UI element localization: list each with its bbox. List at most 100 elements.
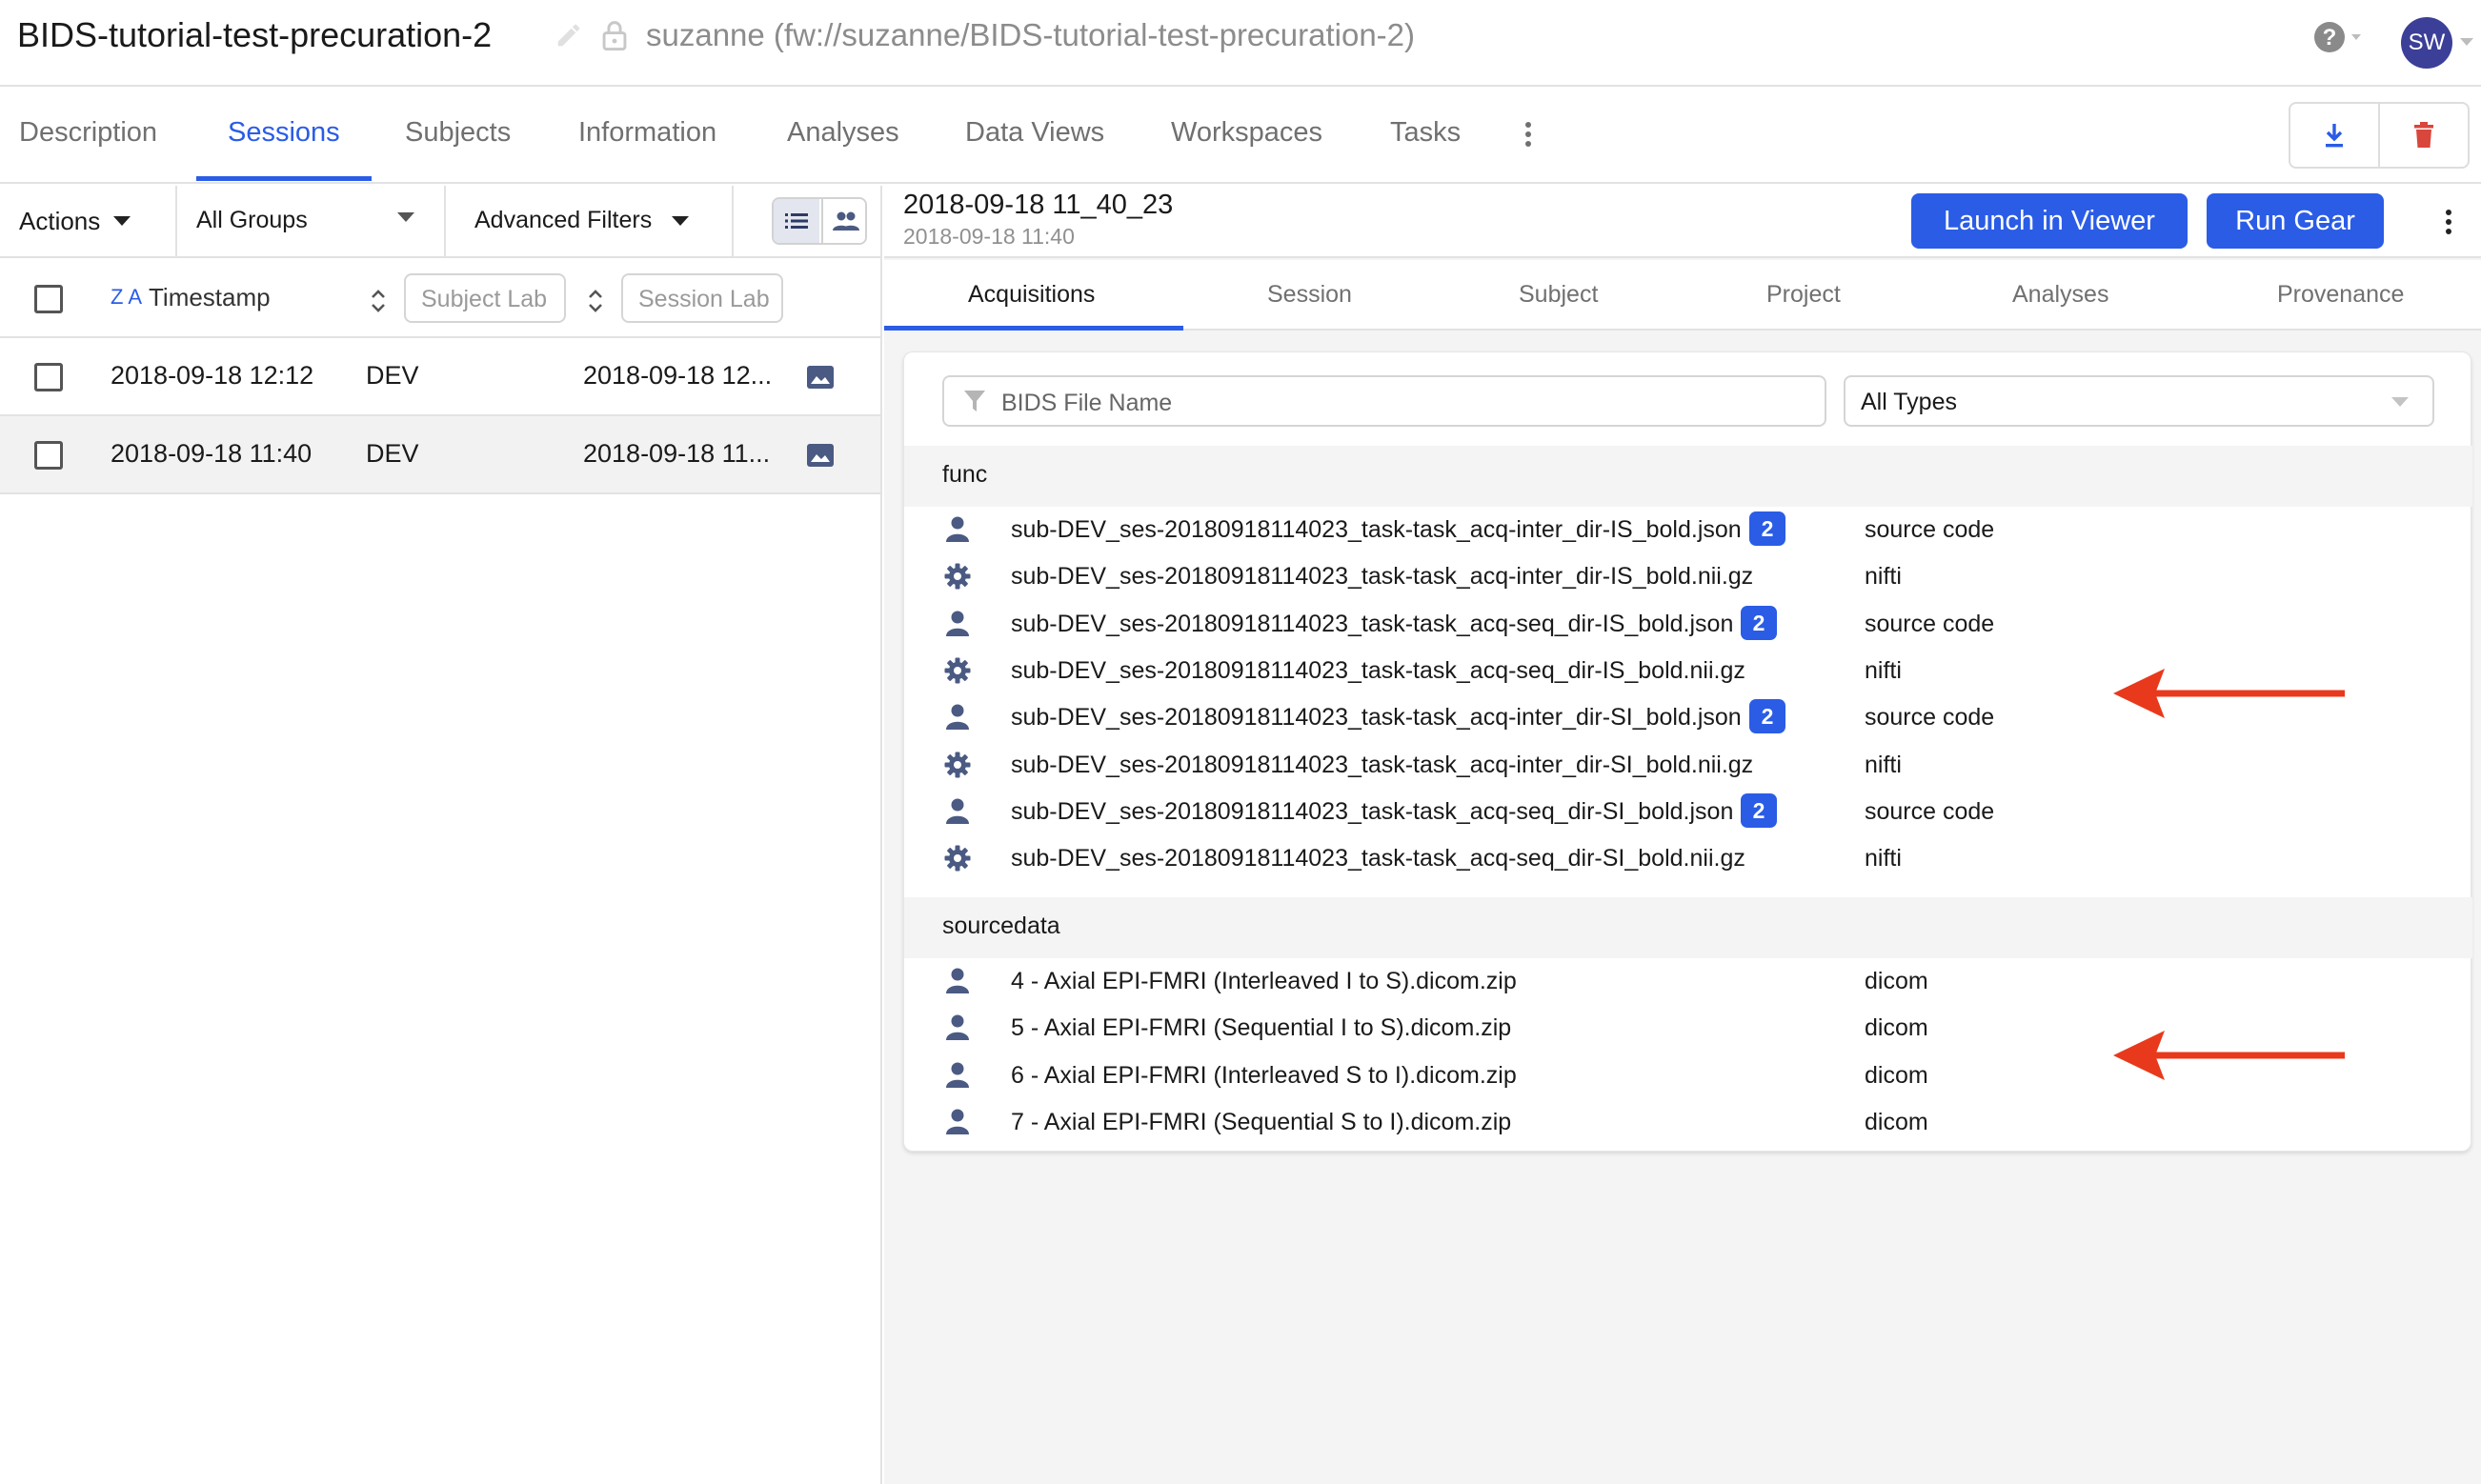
launch-in-viewer-button[interactable]: Launch in Viewer (1911, 193, 2188, 249)
file-group-label: sourcedata (942, 912, 1060, 939)
actions-label: Actions (19, 207, 101, 235)
gear-icon (944, 844, 971, 872)
file-row[interactable]: sub-DEV_ses-20180918114023_task-task_acq… (904, 789, 2472, 835)
list-view-button[interactable] (774, 199, 819, 243)
file-name[interactable]: sub-DEV_ses-20180918114023_task-task_acq… (1011, 704, 1742, 732)
user-icon (944, 515, 971, 544)
file-row[interactable]: sub-DEV_ses-20180918114023_task-task_acq… (904, 553, 2472, 600)
file-type: nifti (1865, 656, 1902, 684)
active-subtab-indicator (884, 326, 1183, 331)
chevron-down-icon[interactable] (2458, 36, 2475, 48)
file-type: nifti (1865, 563, 1902, 591)
user-icon (944, 967, 971, 995)
annotation-arrow-icon (2113, 669, 2345, 718)
subtab-analyses[interactable]: Analyses (2012, 281, 2108, 309)
subtab-session[interactable]: Session (1267, 281, 1352, 309)
version-badge[interactable]: 2 (1741, 792, 1777, 828)
tab-description[interactable]: Description (19, 117, 157, 149)
tab-analyses[interactable]: Analyses (787, 117, 899, 149)
session-filter-input[interactable]: Session Lab (621, 273, 783, 323)
groups-dropdown[interactable]: All Groups (177, 186, 446, 258)
file-name[interactable]: sub-DEV_ses-20180918114023_task-task_acq… (1011, 845, 1745, 872)
image-icon[interactable] (806, 443, 835, 468)
download-button[interactable] (2290, 104, 2378, 167)
file-group-label: func (942, 461, 988, 488)
file-name[interactable]: sub-DEV_ses-20180918114023_task-task_acq… (1011, 798, 1733, 826)
advanced-filters-dropdown[interactable]: Advanced Filters (446, 186, 734, 258)
tab-workspaces[interactable]: Workspaces (1171, 117, 1322, 149)
file-row[interactable]: sub-DEV_ses-20180918114023_task-task_acq… (904, 742, 2472, 789)
file-type: dicom (1865, 1108, 1928, 1135)
edit-pencil-icon[interactable] (555, 21, 583, 50)
tab-tasks[interactable]: Tasks (1390, 117, 1461, 149)
more-vert-icon[interactable] (1517, 117, 1540, 151)
gear-icon (944, 751, 971, 779)
session-row[interactable]: 2018-09-18 11:40 DEV 2018-09-18 11... (0, 416, 880, 494)
file-name[interactable]: 4 - Axial EPI-FMRI (Interleaved I to S).… (1011, 968, 1517, 995)
image-icon[interactable] (806, 365, 835, 390)
file-group-header: sourcedata (904, 897, 2472, 958)
type-select[interactable]: All Types (1844, 375, 2434, 427)
file-row[interactable]: 7 - Axial EPI-FMRI (Sequential S to I).d… (904, 1099, 2472, 1146)
tab-sessions[interactable]: Sessions (228, 117, 340, 149)
project-path: suzanne (fw://suzanne/BIDS-tutorial-test… (646, 17, 1416, 52)
tab-information[interactable]: Information (578, 117, 716, 149)
help-icon[interactable]: ? (2313, 21, 2370, 53)
timestamp-column-header[interactable]: Timestamp (149, 283, 271, 312)
file-row[interactable]: sub-DEV_ses-20180918114023_task-task_acq… (904, 835, 2472, 882)
subtab-project[interactable]: Project (1766, 281, 1841, 309)
file-type: source code (1865, 704, 1995, 732)
version-badge[interactable]: 2 (1749, 511, 1785, 546)
file-type: source code (1865, 610, 1995, 637)
caret-down-icon (397, 212, 414, 222)
session-timestamp: 2018-09-18 12:12 (111, 361, 314, 390)
user-icon (944, 1061, 971, 1090)
user-avatar[interactable]: SW (2401, 17, 2452, 69)
grouped-view-button[interactable] (821, 199, 865, 243)
file-row[interactable]: sub-DEV_ses-20180918114023_task-task_acq… (904, 601, 2472, 648)
filter-bar: Actions All Groups Advanced Filters (0, 186, 882, 258)
sort-icon[interactable] (370, 287, 387, 315)
sort-descending-icon[interactable]: Z A (111, 285, 142, 310)
file-name[interactable]: sub-DEV_ses-20180918114023_task-task_acq… (1011, 563, 1753, 591)
sessions-list-panel: Actions All Groups Advanced Filters Z A … (0, 186, 882, 1484)
caret-down-icon (672, 216, 689, 226)
select-all-checkbox[interactable] (34, 285, 63, 313)
caret-down-icon (113, 216, 131, 226)
bids-filename-filter[interactable]: BIDS File Name (942, 375, 1826, 427)
version-badge[interactable]: 2 (1741, 605, 1777, 640)
file-type: source code (1865, 516, 1995, 543)
file-type: dicom (1865, 1014, 1928, 1042)
session-label: 2018-09-18 11... (583, 439, 771, 468)
more-vert-icon[interactable] (2437, 205, 2460, 239)
file-name[interactable]: sub-DEV_ses-20180918114023_task-task_acq… (1011, 516, 1742, 544)
session-label: 2018-09-18 12... (583, 361, 773, 390)
run-gear-button[interactable]: Run Gear (2207, 193, 2384, 249)
tab-data-views[interactable]: Data Views (965, 117, 1104, 149)
file-name[interactable]: sub-DEV_ses-20180918114023_task-task_acq… (1011, 611, 1733, 638)
delete-button[interactable] (2380, 104, 2468, 167)
actions-dropdown[interactable]: Actions (0, 186, 177, 258)
project-actions (2289, 102, 2470, 169)
file-name[interactable]: sub-DEV_ses-20180918114023_task-task_acq… (1011, 657, 1745, 685)
file-name[interactable]: 5 - Axial EPI-FMRI (Sequential I to S).d… (1011, 1014, 1511, 1042)
sort-icon[interactable] (587, 287, 604, 315)
active-tab-indicator (196, 176, 372, 181)
row-checkbox[interactable] (34, 441, 63, 470)
file-name[interactable]: sub-DEV_ses-20180918114023_task-task_acq… (1011, 752, 1753, 779)
sessions-list-header: Z A Timestamp Subject Lab Session Lab (0, 260, 882, 338)
file-type: nifti (1865, 751, 1902, 778)
tab-subjects[interactable]: Subjects (405, 117, 511, 149)
session-row[interactable]: 2018-09-18 12:12 DEV 2018-09-18 12... (0, 338, 880, 416)
subtab-subject[interactable]: Subject (1519, 281, 1598, 309)
file-name[interactable]: 6 - Axial EPI-FMRI (Interleaved S to I).… (1011, 1062, 1517, 1090)
version-badge[interactable]: 2 (1749, 699, 1785, 734)
file-row[interactable]: 4 - Axial EPI-FMRI (Interleaved I to S).… (904, 958, 2472, 1005)
row-checkbox[interactable] (34, 363, 63, 391)
file-row[interactable]: sub-DEV_ses-20180918114023_task-task_acq… (904, 507, 2472, 553)
subtab-provenance[interactable]: Provenance (2277, 281, 2404, 309)
subject-filter-input[interactable]: Subject Lab (404, 273, 566, 323)
subtab-acquisitions[interactable]: Acquisitions (968, 281, 1095, 309)
session-subject: DEV (366, 439, 419, 468)
file-name[interactable]: 7 - Axial EPI-FMRI (Sequential S to I).d… (1011, 1109, 1511, 1136)
